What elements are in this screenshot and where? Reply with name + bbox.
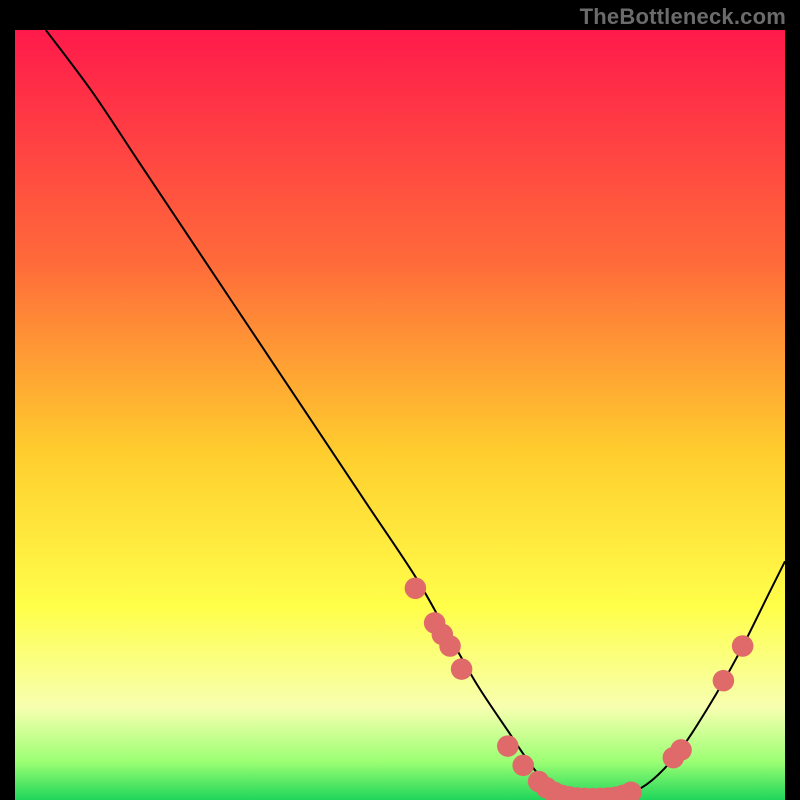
watermark-label: TheBottleneck.com [580,4,786,30]
highlight-point [512,755,534,777]
highlight-point [439,635,461,657]
highlight-point [732,635,754,657]
highlight-point [451,658,473,680]
plot-area [15,30,785,800]
gradient-background [15,30,785,800]
highlight-point [670,739,692,761]
highlight-point [405,577,427,599]
highlight-point [713,670,735,692]
highlight-point [497,735,519,757]
chart-svg [15,30,785,800]
chart-container: TheBottleneck.com [0,0,800,800]
